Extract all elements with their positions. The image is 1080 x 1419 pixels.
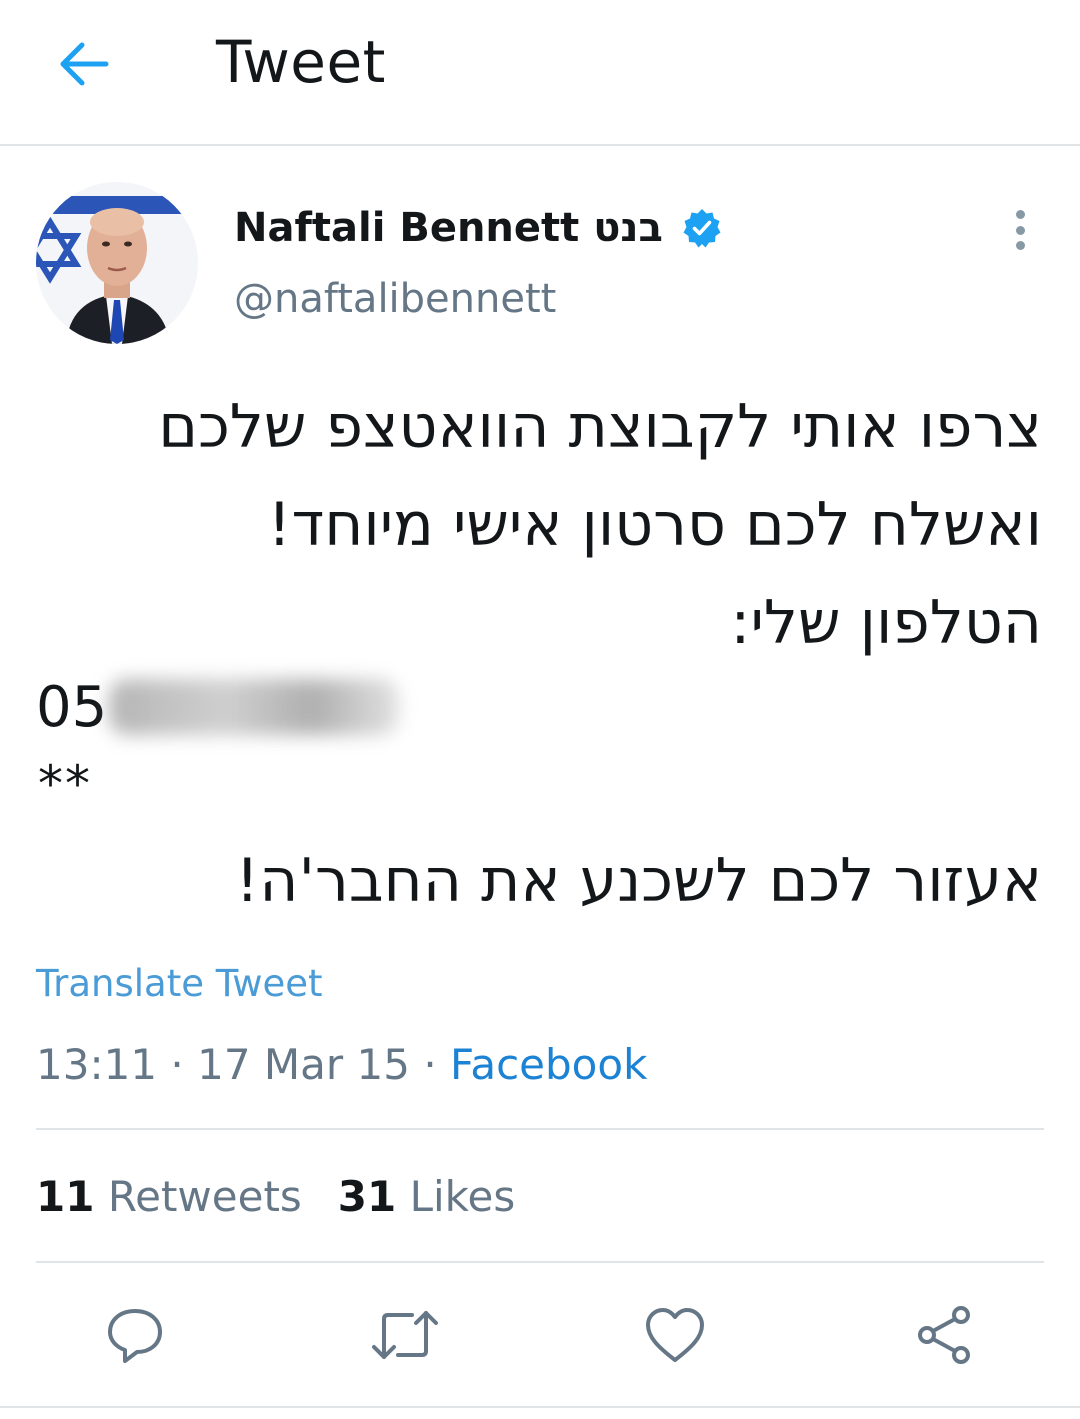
tweet-time: 13:11 <box>36 1040 158 1089</box>
phone-redacted-blur <box>109 679 400 735</box>
back-arrow-icon <box>60 42 109 86</box>
translate-tweet-link[interactable]: Translate Tweet <box>36 962 323 1005</box>
reply-button[interactable] <box>100 1300 170 1370</box>
tweet-date: 17 Mar 15 <box>197 1040 410 1089</box>
tweet-closing-line: אעזור לכם לשכנע את החבר'ה! <box>235 846 1042 916</box>
divider <box>36 1128 1044 1130</box>
more-options-icon[interactable] <box>1000 206 1040 254</box>
like-button[interactable] <box>640 1300 710 1370</box>
tweet-source-link[interactable]: Facebook <box>450 1040 647 1089</box>
back-button[interactable] <box>52 34 116 94</box>
share-icon <box>918 1306 970 1364</box>
verified-badge-icon <box>681 207 723 249</box>
author-name-row[interactable]: Naftali Bennett בנט <box>234 200 723 256</box>
meta-separator: · <box>170 1040 184 1089</box>
divider <box>0 1406 1080 1408</box>
reply-icon <box>108 1309 162 1363</box>
phone-number: 05 <box>36 672 400 742</box>
tweet-stats: 11 Retweets 31 Likes <box>36 1172 515 1221</box>
tweet-stars: ** <box>38 755 92 813</box>
page-title: Tweet <box>216 28 386 96</box>
like-icon <box>646 1308 704 1362</box>
tweet-text-line: ואשלח לכם סרטון אישי מיוחד! <box>267 490 1042 560</box>
top-bar: Tweet <box>0 0 1080 146</box>
retweet-count: 11 <box>36 1172 95 1221</box>
retweet-icon <box>372 1311 438 1359</box>
tweet-text-line: הטלפון שלי: <box>730 588 1042 658</box>
phone-prefix: 05 <box>36 674 108 740</box>
meta-separator: · <box>423 1040 437 1089</box>
tweet-metadata: 13:11 · 17 Mar 15 · Facebook <box>36 1040 647 1089</box>
avatar-image <box>36 182 198 344</box>
avatar[interactable] <box>36 182 198 344</box>
like-label: Likes <box>409 1172 516 1221</box>
author-handle[interactable]: @naftalibennett <box>234 276 556 322</box>
author-display-name[interactable]: Naftali Bennett בנט <box>234 205 663 251</box>
retweets-stat[interactable]: 11 Retweets <box>36 1172 302 1221</box>
share-button[interactable] <box>910 1300 980 1370</box>
retweet-button[interactable] <box>370 1300 440 1370</box>
likes-stat[interactable]: 31 Likes <box>338 1172 515 1221</box>
like-count: 31 <box>337 1172 397 1221</box>
divider <box>36 1261 1044 1263</box>
tweet-text-line: צרפו אותי לקבוצת הוואטצפ שלכם <box>158 392 1042 462</box>
retweet-label: Retweets <box>107 1172 302 1221</box>
